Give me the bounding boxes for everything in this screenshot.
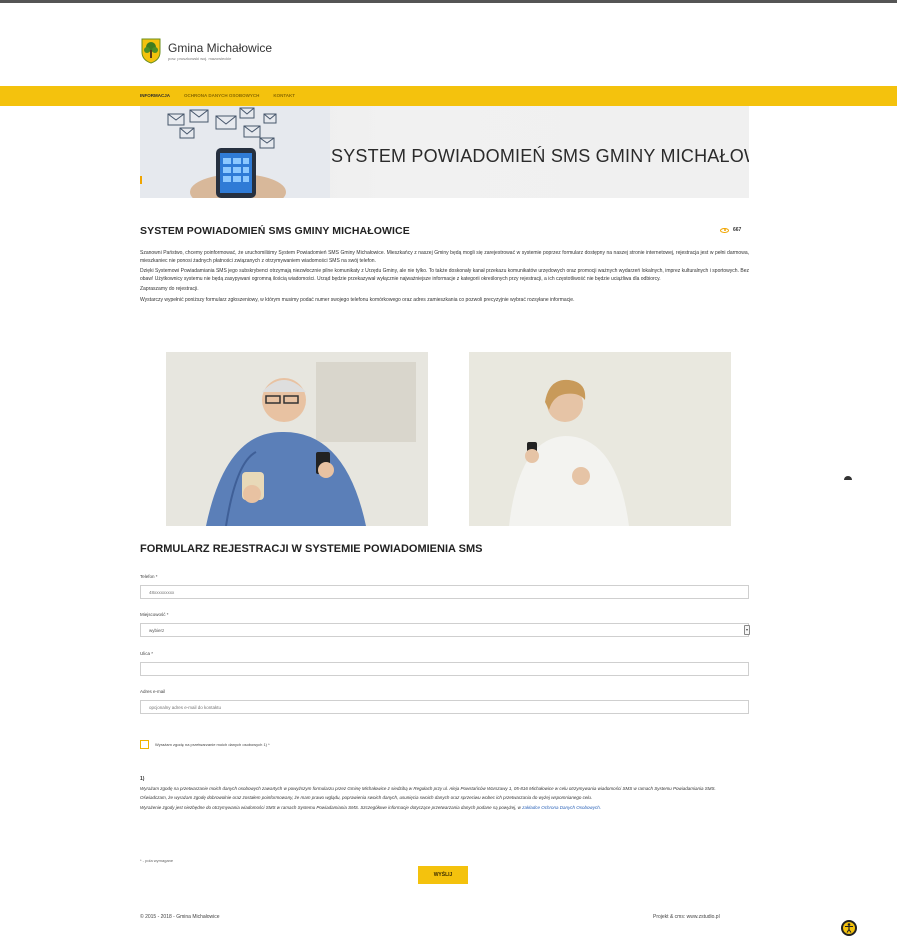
legal-paragraph: Wyrażenie zgody jest niezbędne do otrzym… [140,805,749,812]
main-nav: INFORMACJA OCHRONA DANYCH OSOBOWYCH KONT… [140,93,295,98]
article-title: SYSTEM POWIADOMIEŃ SMS GMINY MICHAŁOWICE [140,225,410,237]
article-paragraph: Wystarczy wypełnić poniższy formularz zg… [140,296,575,303]
consent-row: Wyrażam zgodę na przetwarzanie moich dan… [140,740,270,749]
email-label: Adres e-mail [140,689,166,694]
article-body: Szanowni Państwo, chcemy poinformować, ż… [140,250,749,308]
data-protection-link[interactable]: zakładce Ochrona Danych Osobowych. [522,805,601,810]
top-border [0,0,897,3]
view-count: 667 [733,227,742,233]
legal-footnote-mark: 1) [140,776,145,782]
consent-label: Wyrażam zgodę na przetwarzanie moich dan… [155,742,270,747]
chevron-down-icon[interactable] [744,625,750,635]
photo-senior-woman [469,352,731,526]
street-label: Ulica * [140,651,154,656]
view-counter: 667 [720,227,741,233]
email-input[interactable] [140,700,749,714]
site-title: Gmina Michałowice [168,40,273,55]
footer-copyright: © 2015 - 2018 - Gmina Michałowice [140,914,220,920]
phone-input[interactable] [140,585,749,599]
banner-marker [140,176,142,184]
nav-bar [0,86,897,106]
nav-item-kontakt[interactable]: KONTAKT [273,93,295,98]
site-header[interactable]: Gmina Michałowice pow. pruszkowski woj. … [140,38,272,64]
legal-paragraph-text: Wyrażenie zgody jest niezbędne do otrzym… [140,804,521,810]
nav-item-ochrona-danych[interactable]: OCHRONA DANYCH OSOBOWYCH [184,93,259,98]
phone-label: Telefon * [140,574,158,579]
article-paragraph: Zapraszamy do rejestracji. [140,286,199,293]
eye-icon [720,227,729,233]
crest-icon [140,38,162,64]
legal-notice: 1) Wyrażam zgodę na przetwarzanie moich … [140,776,749,814]
phone-envelopes-illustration [140,106,330,198]
photo-senior-man [166,352,428,526]
article-paragraph: Dzięki Systemowi Powiadamiania SMS jego … [140,268,749,282]
city-select[interactable]: wybierz [140,623,750,637]
article-paragraph: Szanowni Państwo, chcemy poinformować, ż… [140,250,749,264]
legal-paragraph: Oświadczam, że wyrażam zgodę dobrowolnie… [140,795,593,801]
banner-title: SYSTEM POWIADOMIEŃ SMS GMINY MICHAŁOWICE [331,146,749,166]
hero-banner: SYSTEM POWIADOMIEŃ SMS GMINY MICHAŁOWICE [140,106,749,198]
submit-button[interactable]: WYŚLIJ [418,866,468,884]
required-note: * - pola wymagane [140,858,174,863]
legal-paragraph: Wyrażam zgodę na przetwarzanie moich dan… [140,785,716,791]
accessibility-icon[interactable] [841,920,857,936]
nav-item-informacja[interactable]: INFORMACJA [140,93,170,98]
city-label: Miejscowość * [140,612,169,617]
city-select-value: wybierz [149,628,165,633]
footer-credit[interactable]: Projekt & cms: www.zstudio.pl [653,914,720,920]
site-subtitle: pow. pruszkowski woj. mazowieckie [168,55,232,61]
scroll-indicator[interactable] [844,476,852,480]
form-title: FORMULARZ REJESTRACJI W SYSTEMIE POWIADO… [140,543,483,555]
street-input[interactable] [140,662,749,676]
consent-checkbox[interactable] [140,740,149,749]
